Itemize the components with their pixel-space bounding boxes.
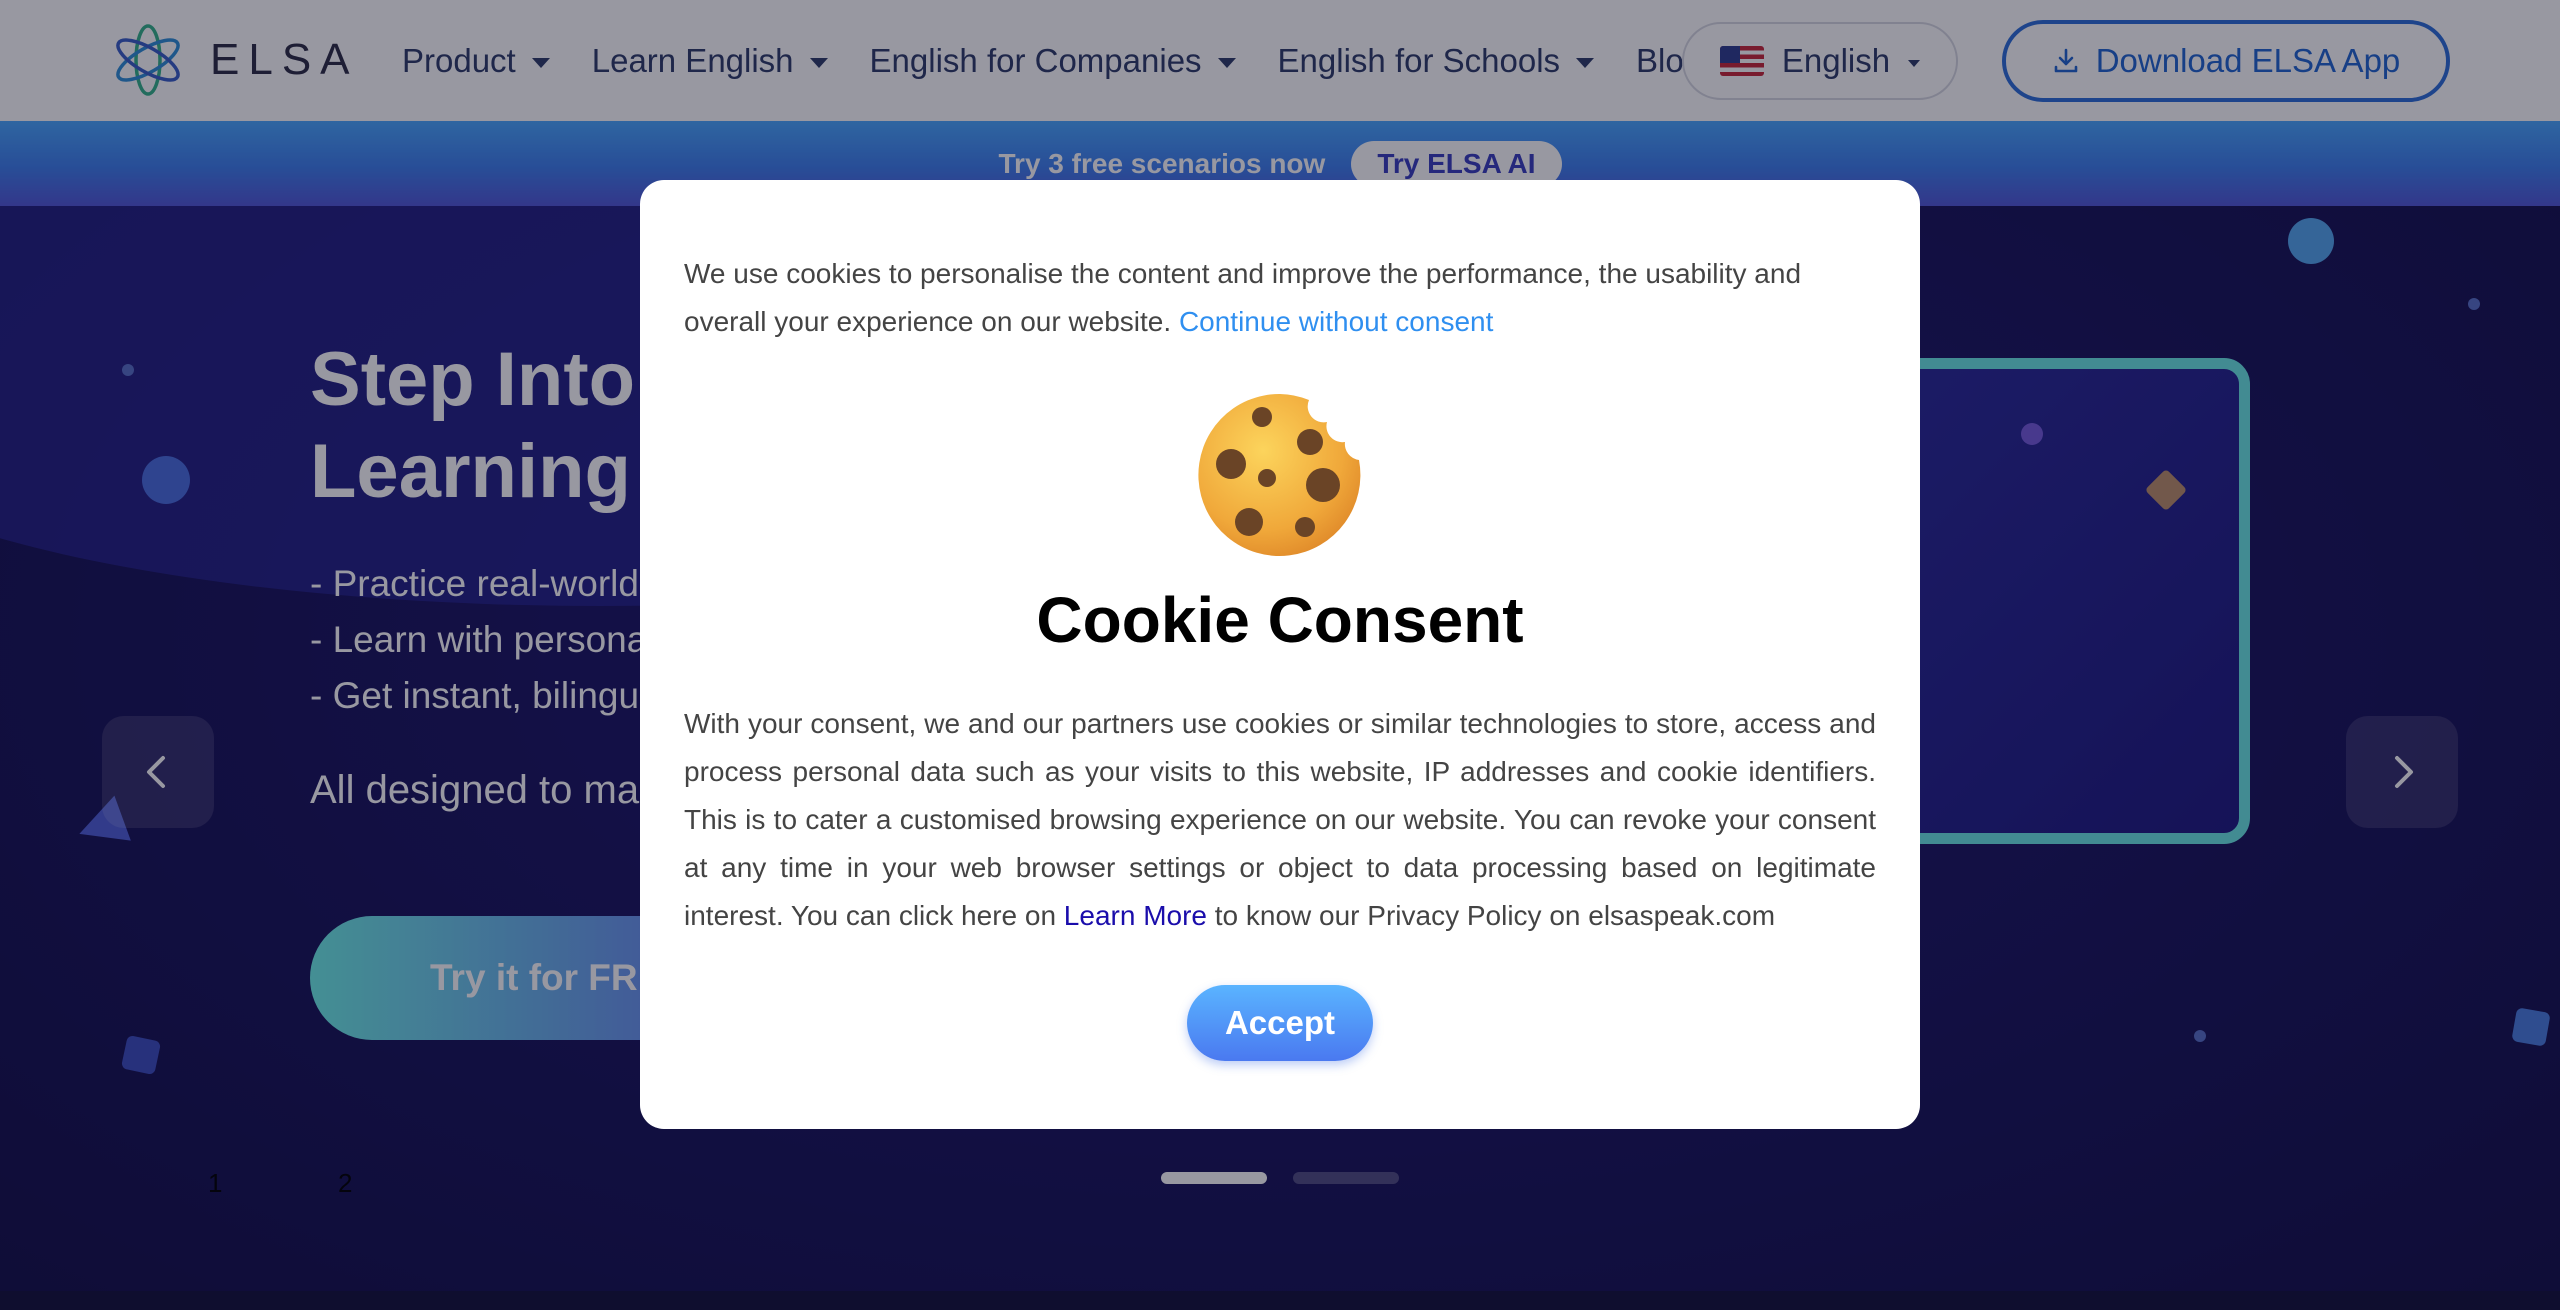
cookie-body-text: With your consent, we and our partners u… — [684, 708, 1876, 931]
cookie-consent-title: Cookie Consent — [1036, 584, 1524, 656]
learn-more-link[interactable]: Learn More — [1064, 900, 1207, 931]
cookie-body-text-end: to know our Privacy Policy on elsaspeak.… — [1214, 900, 1776, 931]
accept-button[interactable]: Accept — [1187, 985, 1373, 1061]
cookie-consent-dialog: We use cookies to personalise the conten… — [640, 180, 1920, 1129]
continue-without-consent-link[interactable]: Continue without consent — [1179, 306, 1493, 337]
cookie-intro-text: We use cookies to personalise the conten… — [684, 250, 1884, 346]
cookie-consent-body: With your consent, we and our partners u… — [684, 700, 1876, 940]
cookie-icon — [1198, 393, 1361, 556]
